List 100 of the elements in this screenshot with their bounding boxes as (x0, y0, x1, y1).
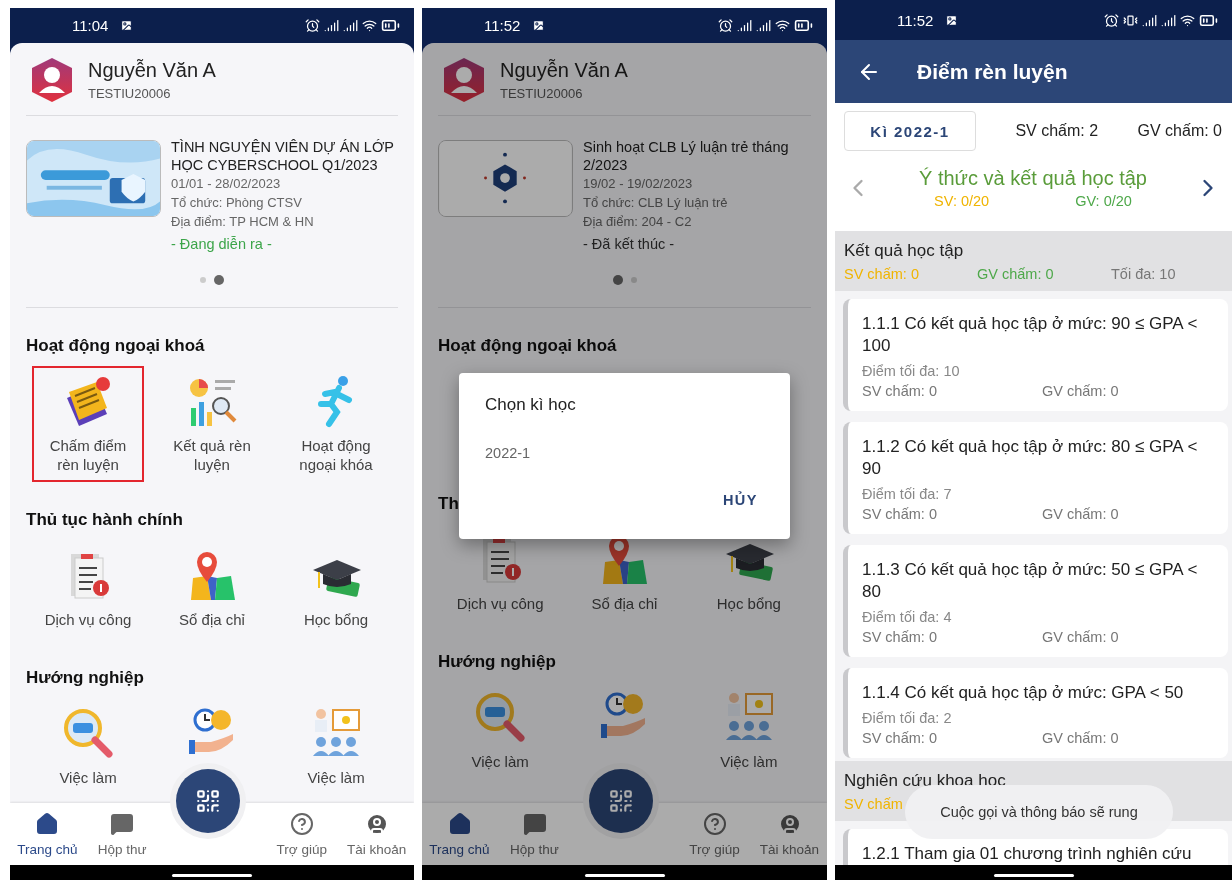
teacher-score: GV chấm: 0 (977, 266, 1055, 282)
section-title: Th (438, 494, 459, 514)
event-place: Địa điểm: TP HCM & HN (171, 213, 315, 231)
clock-time: 11:52 (484, 17, 521, 34)
category-title: Ý thức và kết quả học tập (919, 167, 1147, 190)
feature-button[interactable]: Việc làm (32, 698, 144, 795)
home-icon (35, 811, 60, 836)
pager-dot[interactable] (200, 276, 206, 283)
home-icon (447, 811, 472, 836)
image-icon (532, 19, 546, 32)
section-title: Hướng nghiệp (438, 652, 556, 672)
nav-tab[interactable]: Hộp thư (497, 803, 572, 865)
teacher-score: GV: 0/20 (1075, 193, 1132, 209)
student-score: SV chấm (844, 796, 904, 812)
section-title: Hoạt động ngoại khoá (438, 336, 617, 356)
dialog-title: Chọn kì học (485, 395, 577, 415)
notification-toast: Cuộc gọi và thông báo sẽ rung (905, 785, 1173, 839)
magnifier-icon (473, 690, 528, 744)
signal-icon (324, 18, 339, 33)
event-organizer: Tổ chức: CLB Lý luận trẻ (583, 194, 729, 212)
criterion-title: 1.1.4 Có kết quả học tập ở mức: GPA < 50 (862, 682, 1185, 704)
feature-button[interactable]: Việc làm (692, 682, 805, 779)
pager-dot[interactable] (214, 274, 224, 285)
event-date: 19/02 - 19/02/2023 (583, 175, 694, 193)
pager-dot[interactable] (612, 274, 623, 285)
criterion-max: Điểm tối đa: 4 (862, 609, 953, 625)
criterion-title: 1.1.1 Có kết quả học tập ở mức: 90 ≤ GPA < 100 (862, 313, 1199, 357)
user-id: TESTIU20006 (88, 86, 172, 101)
feature-button[interactable]: Hoạt động ngoại khóa (280, 366, 392, 482)
signal-icon (1161, 12, 1176, 28)
signal-icon (756, 18, 771, 33)
feature-button[interactable]: Việc làm (444, 682, 557, 779)
event-title[interactable]: TÌNH NGUYỆN VIÊN DỰ ÁN LỚP HỌC CYBERSCHOOL Q1/2023 (171, 138, 398, 174)
criterion-card[interactable]: 1.1.2 Có kết quả học tập ở mức: 80 ≤ GPA < 90 Điểm tối đa: 7 SV chấm: 0 GV chấm: 0 (843, 422, 1228, 534)
nav-tab[interactable]: Tài khoản (752, 803, 827, 865)
criterion-card[interactable]: 1.1.3 Có kết quả học tập ở mức: 50 ≤ GPA < 80 Điểm tối đa: 4 SV chấm: 0 GV chấm: 0 (843, 545, 1228, 657)
nav-tab[interactable]: Hộp thư (84, 803, 160, 865)
feature-button[interactable]: Dịch vụ công (32, 540, 144, 637)
event-organizer: Tổ chức: Phòng CTSV (171, 194, 303, 212)
user-name: Nguyễn Văn A (88, 59, 216, 82)
image-icon (945, 13, 959, 27)
student-score: SV chấm: 0 (862, 383, 938, 399)
nav-tab[interactable]: Trợ giúp (677, 803, 752, 865)
avatar-icon (442, 57, 486, 103)
section-title: Hướng nghiệp (26, 668, 144, 688)
help-icon (289, 811, 314, 836)
user-name: Nguyễn Văn A (500, 59, 628, 82)
feature-button[interactable]: Sổ địa chỉ (568, 524, 681, 621)
feature-button[interactable]: Học bổng (280, 540, 392, 637)
max-score: Tối đa: 10 (1111, 266, 1177, 282)
criterion-card[interactable]: 1.1.1 Có kết quả học tập ở mức: 90 ≤ GPA < 100 Điểm tối đa: 10 SV chấm: 0 GV chấm: 0 (843, 299, 1228, 411)
criterion-max: Điểm tối đa: 10 (862, 363, 961, 379)
event-status: - Đã kết thúc - (583, 236, 676, 252)
student-score: SV: 0/20 (934, 193, 990, 209)
criterion-max: Điểm tối đa: 7 (862, 486, 953, 502)
event-status: - Đang diễn ra - (171, 236, 273, 252)
criterion-title: 1.2.1 Tham gia 01 chương trình nghiên cứu (862, 843, 1193, 865)
teacher-score: GV chấm: 0 (1042, 383, 1120, 399)
feature-button[interactable]: Sổ địa chỉ (156, 540, 268, 637)
teacher-total: GV chấm: 0 (1137, 122, 1222, 140)
feature-button[interactable]: Chấm điểm rèn luyện (32, 366, 144, 482)
clock-time: 11:52 (897, 11, 934, 29)
magnifier-icon (61, 706, 115, 760)
app-bar-title: Điểm rèn luyện (917, 59, 1068, 84)
user-id: TESTIU20006 (500, 86, 584, 101)
signal-icon (737, 18, 752, 33)
chat-icon (110, 811, 135, 836)
teacher-score: GV chấm: 0 (1042, 506, 1120, 522)
semester-button[interactable]: Kì 2022-1 (844, 111, 976, 151)
student-score: SV chấm: 0 (862, 506, 938, 522)
chat-icon (522, 811, 547, 836)
wifi-icon (362, 18, 377, 33)
event-place: Địa điểm: 204 - C2 (583, 213, 693, 231)
clock-time: 11:04 (72, 17, 109, 34)
criterion-card[interactable]: 1.1.4 Có kết quả học tập ở mức: GPA < 50 Điểm tối đa: 2 SV chấm: 0 GV chấm: 0 (843, 668, 1228, 758)
student-score: SV chấm: 0 (862, 629, 938, 645)
feature-button[interactable]: Việc làm (280, 698, 392, 795)
alarm-icon (718, 18, 733, 33)
avatar-icon (30, 57, 74, 103)
image-icon (120, 19, 134, 32)
event-date: 01/01 - 28/02/2023 (171, 175, 282, 193)
section-title: Thủ tục hành chính (26, 510, 183, 530)
nav-tab[interactable]: Tài khoản (339, 803, 414, 865)
qr-code-icon (195, 788, 221, 814)
nav-tab[interactable]: Trang chủ (422, 803, 497, 865)
nav-tab[interactable]: Trợ giúp (264, 803, 340, 865)
student-score: SV chấm: 0 (862, 730, 938, 746)
semester-option[interactable]: 2022-1 (485, 445, 764, 461)
nav-tab[interactable]: Trang chủ (10, 803, 85, 865)
event-title[interactable]: Sinh hoạt CLB Lý luận trẻ tháng 2/2023 (583, 138, 811, 174)
cancel-button[interactable]: HỦY (716, 491, 764, 509)
teacher-score: GV chấm: 0 (1042, 629, 1120, 645)
criterion-title: 1.1.2 Có kết quả học tập ở mức: 80 ≤ GPA < 90 (862, 436, 1199, 480)
student-score: SV chấm: 0 (844, 266, 920, 282)
section-title: Hoạt động ngoại khoá (26, 336, 205, 356)
pager-dot[interactable] (630, 276, 637, 283)
signal-icon (1142, 12, 1157, 28)
vibrate-icon (1123, 12, 1138, 28)
feature-button[interactable]: Kết quả rèn luyện (156, 366, 268, 482)
wifi-icon (1180, 12, 1195, 28)
